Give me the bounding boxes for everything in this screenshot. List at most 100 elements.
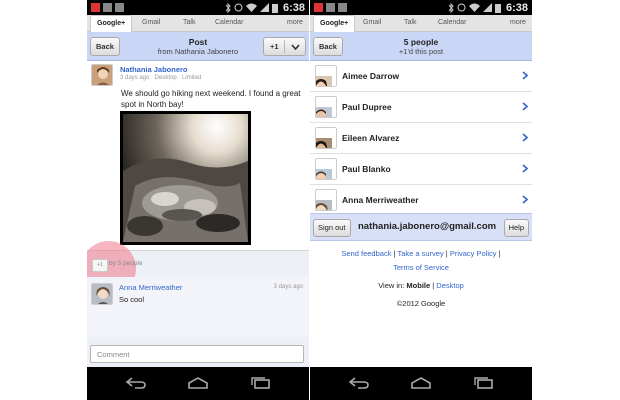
wifi-icon	[468, 3, 480, 12]
person-row[interactable]: Anna Merriweather	[310, 185, 532, 216]
send-feedback-link[interactable]: Send feedback	[341, 249, 391, 258]
person-row[interactable]: Paul Blanko	[310, 154, 532, 185]
view-mobile-current: Mobile	[406, 281, 431, 290]
android-nav-bar	[310, 367, 532, 400]
tab-more[interactable]: more	[510, 15, 526, 31]
signal-icon	[259, 3, 269, 12]
people-list: Aimee Darrow Paul Dupree Eileen Alvarez …	[310, 61, 532, 216]
plusone-count-bar: +1 by 5 people	[87, 241, 309, 296]
person-avatar	[315, 189, 337, 211]
back-nav-icon[interactable]	[125, 377, 147, 389]
comment-author-link[interactable]: Anna Merriweather	[119, 283, 182, 292]
page-subtitle: +1'd this post	[398, 47, 444, 56]
plusone-button[interactable]: +1	[263, 37, 306, 56]
app-tabs: Google+ Gmail Talk Calendar more	[87, 15, 309, 32]
app-tabs: Google+ Gmail Talk Calendar more	[310, 15, 532, 32]
plusone-label: +1	[270, 42, 279, 51]
sign-out-button[interactable]: Sign out	[313, 219, 351, 237]
gplus-notification-icon	[91, 3, 100, 12]
person-name: Paul Dupree	[342, 102, 392, 112]
tab-googleplus[interactable]: Google+	[90, 15, 133, 32]
person-row[interactable]: Eileen Alvarez	[310, 123, 532, 154]
tab-gmail[interactable]: Gmail	[363, 15, 381, 31]
bluetooth-icon	[448, 2, 454, 13]
footer-links: Send feedback | Take a survey | Privacy …	[341, 249, 501, 258]
privacy-policy-link[interactable]: Privacy Policy	[450, 249, 497, 258]
tab-more[interactable]: more	[287, 15, 303, 31]
back-nav-icon[interactable]	[348, 377, 370, 389]
person-name: Paul Blanko	[342, 164, 391, 174]
plusone-count-link[interactable]: by 5 people	[109, 260, 143, 267]
battery-icon	[271, 3, 278, 13]
account-bar: Sign out nathania.jabonero@gmail.com Hel…	[310, 213, 532, 241]
button-divider	[284, 40, 285, 53]
signal-icon	[482, 3, 492, 12]
person-avatar	[315, 127, 337, 149]
post-header: Back Post from Nathania Jabonero +1	[87, 32, 309, 61]
tab-talk[interactable]: Talk	[183, 15, 195, 31]
right-phone-screen: 6:38 Google+ Gmail Talk Calendar more Ba…	[310, 0, 532, 400]
person-row[interactable]: Aimee Darrow	[310, 61, 532, 92]
comment-text: So cool	[119, 295, 145, 304]
comment-input[interactable]: Comment	[90, 345, 304, 363]
person-name: Anna Merriweather	[342, 195, 419, 205]
comment-item: Anna Merriweather 3 days ago So cool	[87, 277, 309, 337]
help-button[interactable]: Help	[503, 219, 529, 237]
person-avatar	[315, 96, 337, 118]
page-title: 5 people	[403, 37, 439, 47]
plusone-small-button[interactable]: +1	[92, 259, 108, 272]
recents-nav-icon[interactable]	[472, 377, 494, 389]
tab-googleplus[interactable]: Google+	[313, 15, 356, 32]
image-notification-icon	[338, 3, 347, 12]
gplus-notification-icon	[314, 3, 323, 12]
person-avatar	[315, 65, 337, 87]
account-email: nathania.jabonero@gmail.com	[358, 221, 497, 232]
people-header: Back 5 people +1'd this post	[310, 32, 532, 61]
tab-gmail[interactable]: Gmail	[142, 15, 160, 31]
view-desktop-link[interactable]: Desktop	[436, 281, 464, 290]
footer: Send feedback | Take a survey | Privacy …	[310, 241, 532, 367]
tab-calendar[interactable]: Calendar	[215, 15, 243, 31]
chevron-right-icon	[522, 102, 528, 111]
terms-of-service-link[interactable]: Terms of Service	[393, 263, 449, 272]
left-phone-screen: 6:38 Google+ Gmail Talk Calendar more Ba…	[87, 0, 309, 400]
copyright: ©2012 Google	[396, 299, 446, 308]
commenter-avatar[interactable]	[91, 283, 113, 305]
bluetooth-icon	[225, 2, 231, 13]
take-survey-link[interactable]: Take a survey	[397, 249, 443, 258]
view-in-label: View in:	[378, 281, 405, 290]
person-avatar	[315, 158, 337, 180]
chevron-right-icon	[522, 195, 528, 204]
post-meta: 3 days ago · Desktop · Limited	[120, 75, 202, 81]
person-row[interactable]: Paul Dupree	[310, 92, 532, 123]
battery-icon	[494, 3, 501, 13]
recents-nav-icon[interactable]	[249, 377, 271, 389]
person-name: Eileen Alvarez	[342, 133, 400, 143]
post-photo[interactable]	[120, 111, 251, 245]
alarm-icon	[234, 3, 243, 12]
clock: 6:38	[282, 1, 305, 14]
alarm-icon	[457, 3, 466, 12]
status-bar: 6:38	[310, 0, 532, 15]
view-mode: View in: Mobile | Desktop	[378, 281, 464, 290]
android-nav-bar	[87, 367, 309, 400]
post-author-link[interactable]: Nathania Jabonero	[120, 65, 188, 74]
home-nav-icon[interactable]	[410, 377, 432, 389]
tab-talk[interactable]: Talk	[404, 15, 416, 31]
page-title: Post	[188, 37, 208, 47]
chevron-down-icon	[291, 44, 300, 50]
wifi-icon	[245, 3, 257, 12]
page-subtitle: from Nathania Jabonero	[157, 47, 239, 56]
post-text: We should go hiking next weekend. I foun…	[121, 89, 301, 109]
author-avatar[interactable]	[91, 64, 113, 86]
image-notification-icon	[103, 3, 112, 12]
back-button[interactable]: Back	[313, 37, 343, 56]
home-nav-icon[interactable]	[187, 377, 209, 389]
person-name: Aimee Darrow	[342, 71, 400, 81]
back-button[interactable]: Back	[90, 37, 120, 56]
footer-links: Terms of Service	[310, 263, 532, 272]
image-notification-icon	[326, 3, 335, 12]
chevron-right-icon	[522, 164, 528, 173]
tab-calendar[interactable]: Calendar	[438, 15, 466, 31]
chevron-right-icon	[522, 71, 528, 80]
